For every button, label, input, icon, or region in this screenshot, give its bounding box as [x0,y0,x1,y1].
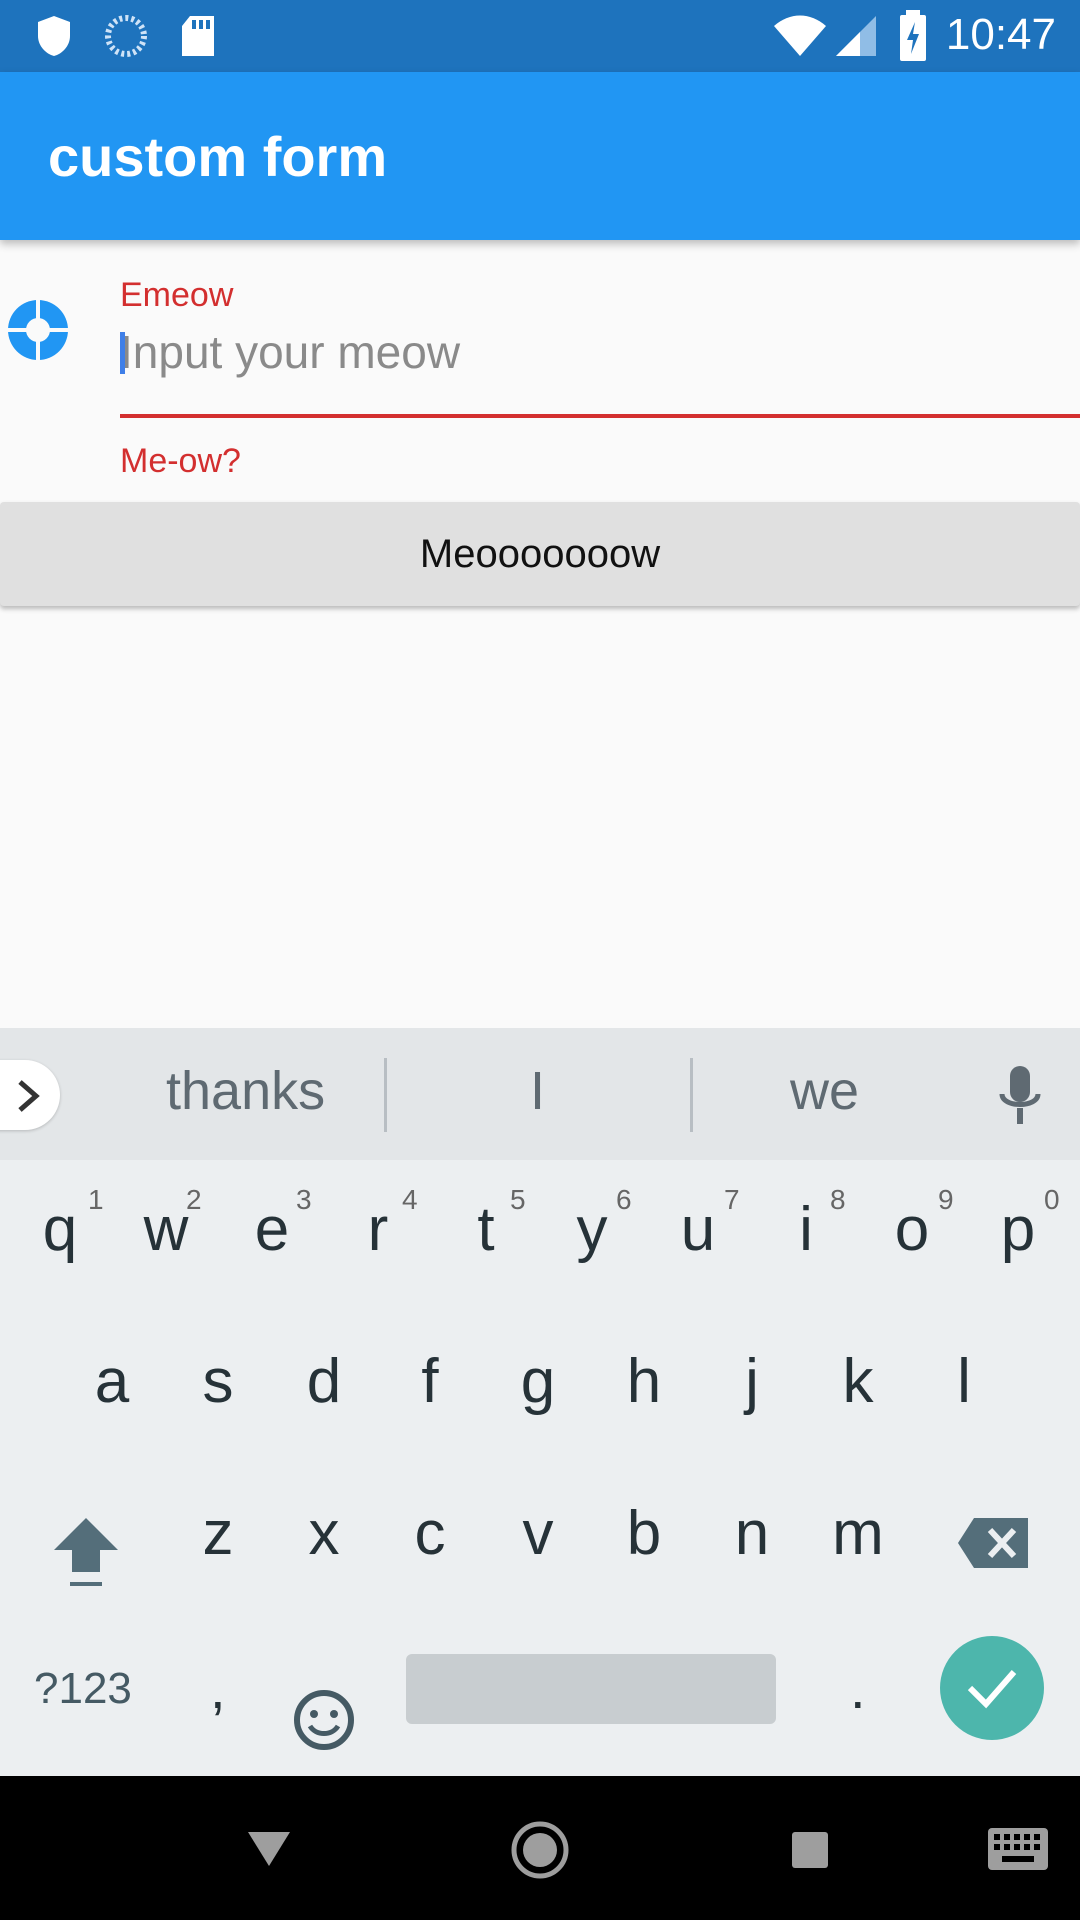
suggestion-divider [384,1058,387,1132]
field-label: Emeow [120,276,234,314]
key-hint: 4 [402,1184,418,1215]
key-hint: 1 [88,1184,104,1215]
key-v[interactable]: v [486,1498,590,1569]
sd-card-icon [182,16,214,56]
field-error-text: Me-ow? [120,442,241,480]
key-hint: 9 [938,1184,954,1215]
microphone-icon[interactable] [998,1066,1042,1126]
home-icon[interactable] [510,1820,570,1880]
key-l[interactable]: l [912,1346,1016,1417]
key-hint: 3 [296,1184,312,1215]
key-g[interactable]: g [486,1346,590,1417]
key-w[interactable]: w [114,1194,218,1265]
check-icon [967,1670,1017,1709]
key-d[interactable]: d [272,1346,376,1417]
backspace-icon[interactable] [956,1516,1030,1570]
submit-button[interactable]: Meooooooow [0,502,1080,606]
key-x[interactable]: x [272,1498,376,1569]
email-icon [6,298,70,362]
keyboard-icon[interactable] [986,1826,1050,1872]
enter-button[interactable] [940,1636,1044,1740]
status-time: 10:47 [945,10,1056,59]
status-bar: 10:47 [0,0,1080,72]
key-hint: 5 [510,1184,526,1215]
key-j[interactable]: j [700,1346,804,1417]
navigation-bar [0,1776,1080,1920]
key-z[interactable]: z [166,1498,270,1569]
sync-icon [105,15,147,57]
emoji-icon[interactable] [292,1688,356,1752]
key-h[interactable]: h [592,1346,696,1417]
suggestion-3[interactable]: we [790,1060,859,1122]
suggestion-bar: thanks I we [0,1028,1080,1160]
suggestion-2[interactable]: I [530,1060,545,1122]
signal-icon [836,16,876,56]
expand-suggestions-button[interactable] [0,1060,60,1130]
space-bar[interactable] [406,1654,776,1724]
suggestion-1[interactable]: thanks [166,1060,325,1122]
recents-icon[interactable] [788,1828,832,1872]
field-underline [120,414,1080,418]
shield-icon [38,16,70,56]
chevron-right-icon [18,1080,40,1112]
suggestion-divider [690,1058,693,1132]
wifi-icon [774,15,826,56]
meow-input[interactable] [120,322,1060,382]
key-b[interactable]: b [592,1498,696,1569]
key-hint: 0 [1044,1184,1060,1215]
key-m[interactable]: m [806,1498,910,1569]
key-hint: 7 [724,1184,740,1215]
battery-charging-icon [900,10,926,61]
shift-icon[interactable] [50,1514,122,1590]
key-f[interactable]: f [378,1346,482,1417]
period-key[interactable]: . [850,1656,866,1721]
back-icon[interactable] [244,1828,294,1870]
app-bar: custom form [0,72,1080,240]
text-cursor [120,332,125,374]
comma-key[interactable]: , [210,1656,226,1721]
key-s[interactable]: s [166,1346,270,1417]
symbols-key[interactable]: ?123 [34,1664,132,1714]
key-n[interactable]: n [700,1498,804,1569]
key-k[interactable]: k [806,1346,910,1417]
key-a[interactable]: a [60,1346,164,1417]
page-title: custom form [48,125,388,188]
key-c[interactable]: c [378,1498,482,1569]
key-hint: 6 [616,1184,632,1215]
key-hint: 8 [830,1184,846,1215]
soft-keyboard: thanks I we q w e r t y u i o p 1 2 3 4 … [0,1028,1080,1776]
key-hint: 2 [186,1184,202,1215]
